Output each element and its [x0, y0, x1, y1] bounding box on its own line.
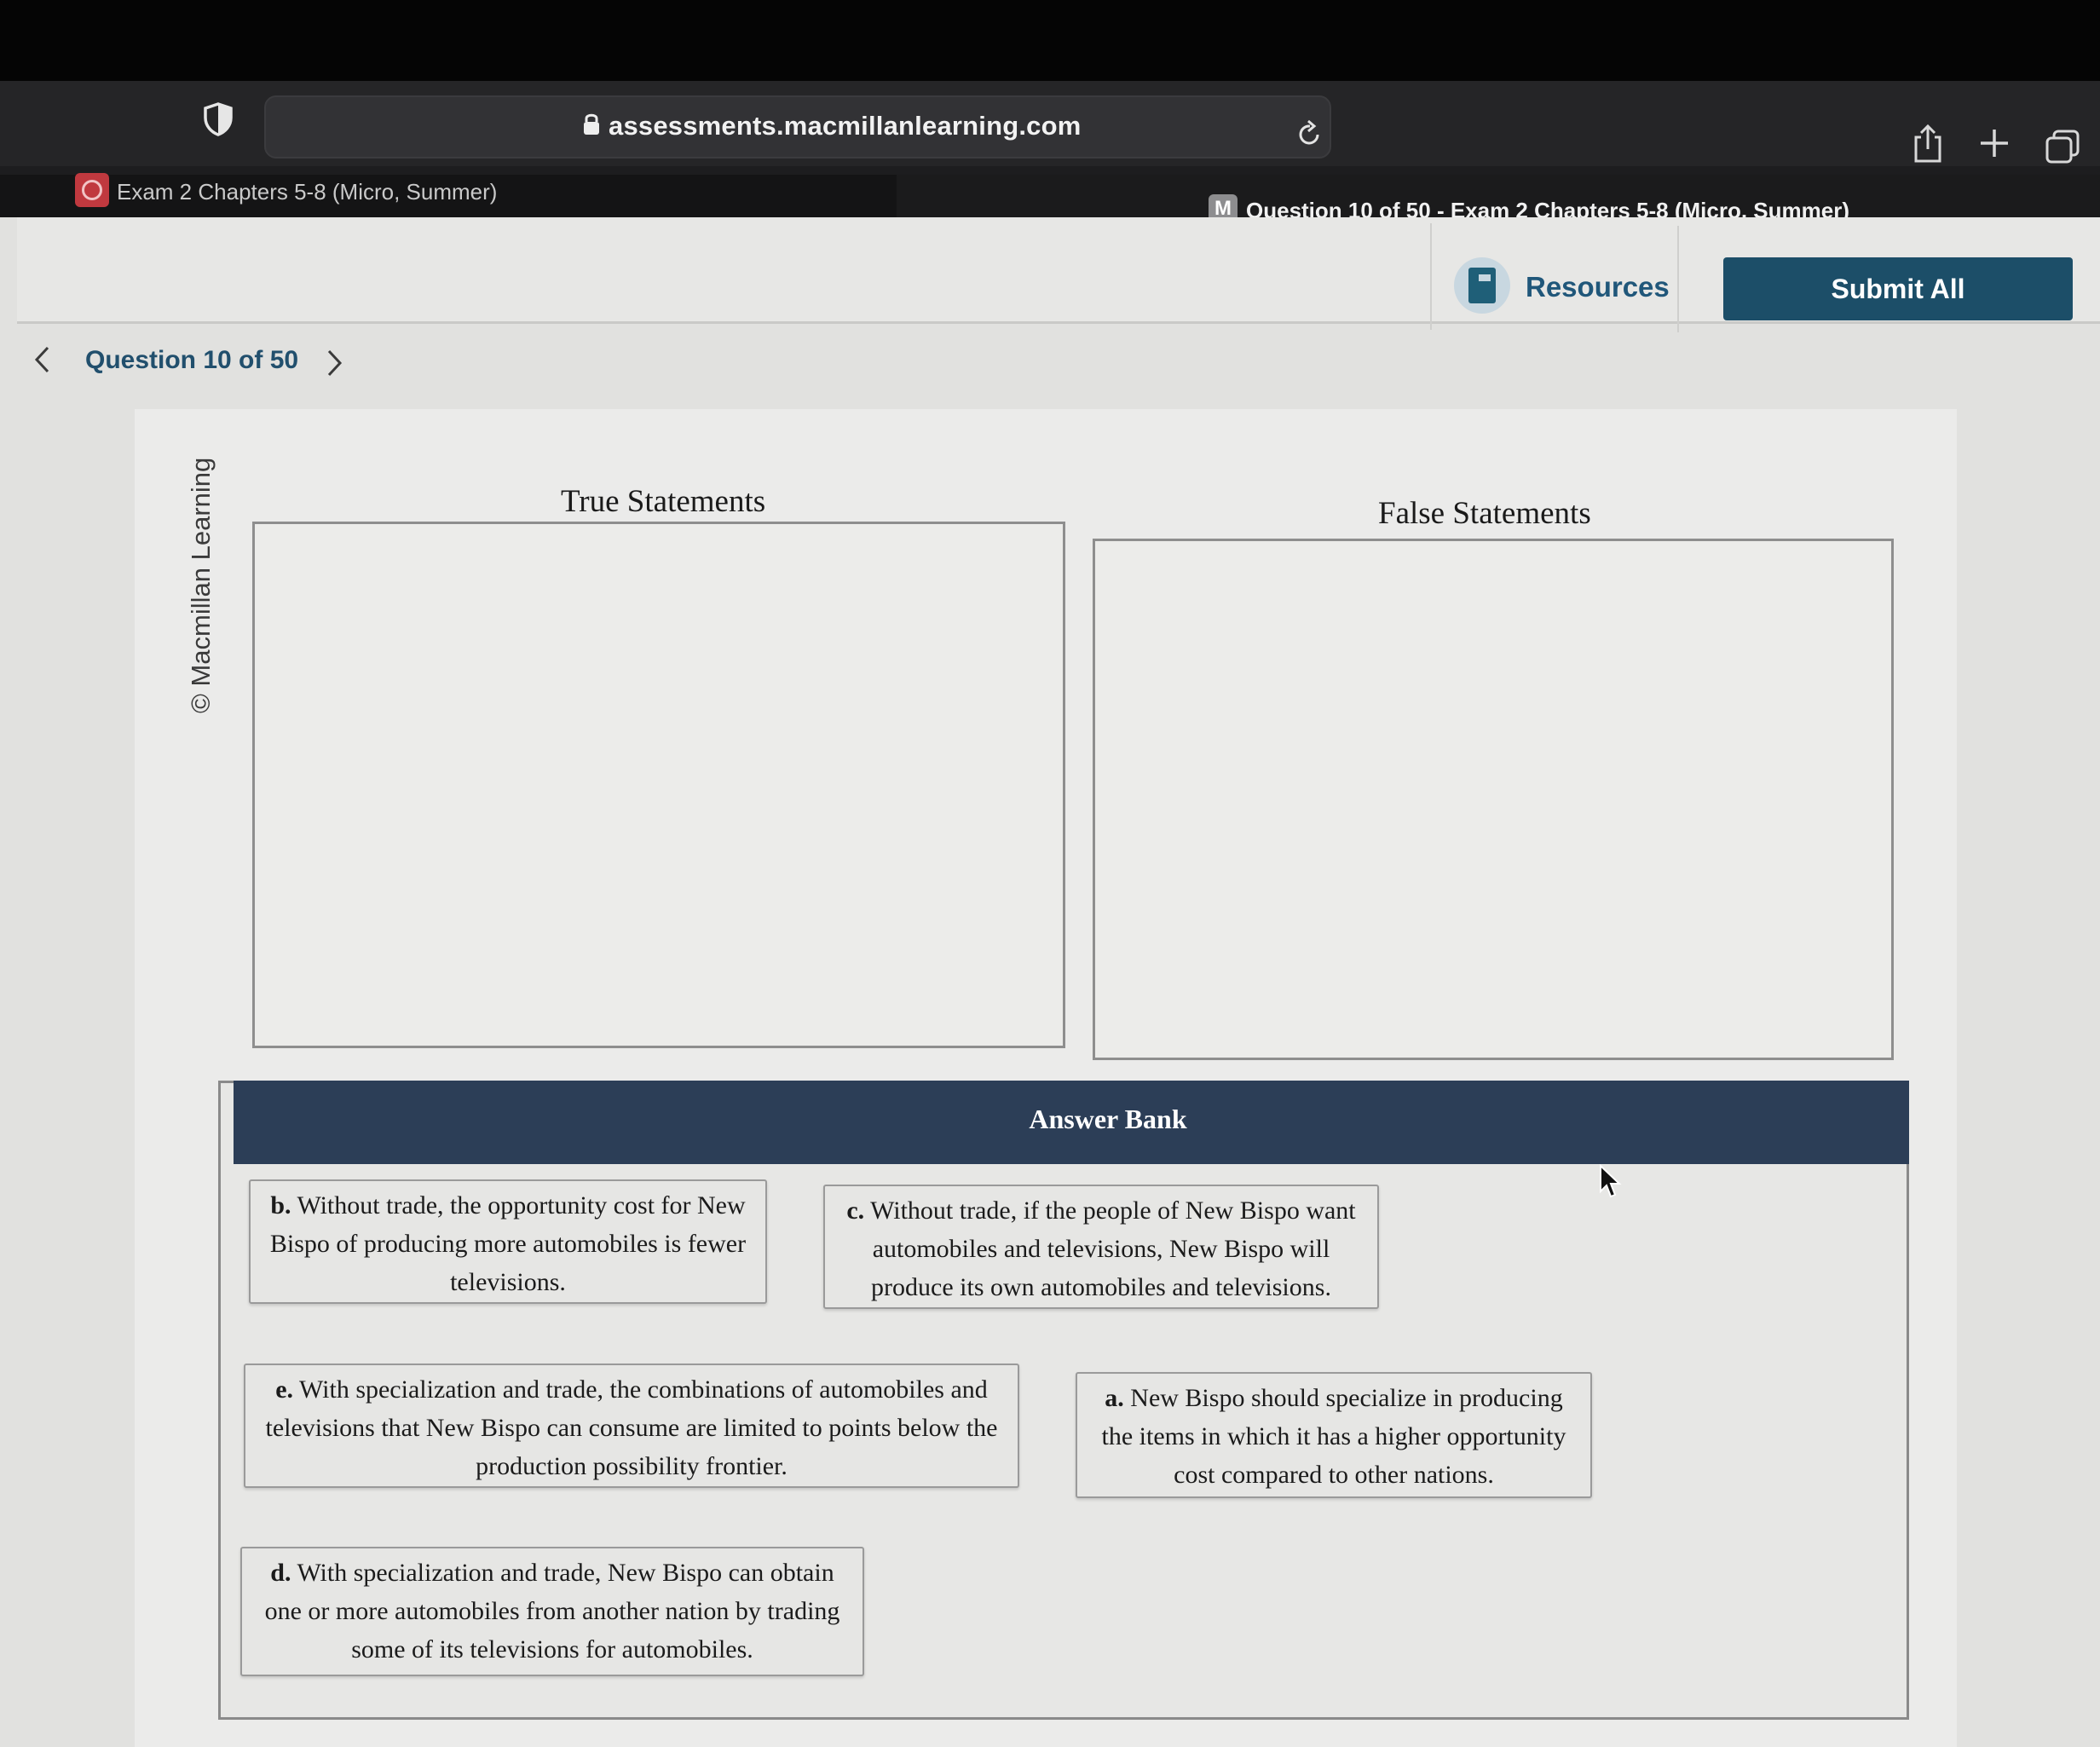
copyright-notice: © Macmillan Learning [186, 457, 216, 713]
mouse-pointer-icon [1600, 1164, 1622, 1198]
question-counter[interactable]: Question 10 of 50 [85, 346, 298, 375]
statement-text: With specialization and trade, New Bispo… [264, 1559, 840, 1663]
resources-book-icon[interactable] [1454, 257, 1510, 314]
statement-chip-c[interactable]: c. Without trade, if the people of New B… [823, 1185, 1379, 1309]
true-statements-dropzone[interactable] [252, 522, 1065, 1048]
tab-overview-icon[interactable] [2044, 128, 2081, 165]
previous-question-icon[interactable] [32, 344, 51, 375]
header-divider [1677, 226, 1679, 332]
statement-letter: c. [846, 1196, 865, 1225]
statement-chip-d[interactable]: d. With specialization and trade, New Bi… [240, 1547, 864, 1676]
privacy-shield-icon[interactable] [203, 102, 234, 136]
header-divider [1430, 223, 1432, 330]
share-icon[interactable] [1912, 124, 1943, 163]
statement-chip-e[interactable]: e. With specialization and trade, the co… [244, 1364, 1019, 1488]
answer-bank-title: Answer Bank [1029, 1104, 1187, 1134]
statement-text: With specialization and trade, the combi… [265, 1375, 998, 1480]
exam-favicon-icon [75, 173, 109, 207]
lock-icon [584, 113, 599, 135]
statement-letter: e. [275, 1375, 294, 1404]
statement-letter: a. [1105, 1384, 1124, 1412]
submit-all-button[interactable]: Submit All [1723, 257, 2073, 320]
false-statements-dropzone[interactable] [1093, 539, 1894, 1060]
statement-text: Without trade, the opportunity cost for … [269, 1191, 747, 1296]
url-text[interactable]: assessments.macmillanlearning.com [609, 111, 1082, 141]
statement-text: Without trade, if the people of New Bisp… [870, 1196, 1356, 1301]
next-question-icon[interactable] [326, 348, 344, 378]
statement-letter: b. [270, 1191, 291, 1219]
statement-letter: d. [270, 1559, 291, 1587]
statement-chip-a[interactable]: a. New Bispo should specialize in produc… [1076, 1372, 1592, 1498]
statement-text: New Bispo should specialize in producing… [1101, 1384, 1566, 1489]
new-tab-icon[interactable] [1977, 126, 2011, 160]
device-bezel [0, 0, 2100, 81]
tab-exam-title[interactable]: Exam 2 Chapters 5-8 (Micro, Summer) [117, 179, 497, 205]
resources-button[interactable]: Resources [1526, 271, 1670, 303]
reload-icon[interactable] [1297, 119, 1323, 148]
false-statements-title: False Statements [1378, 496, 1591, 531]
true-statements-title: True Statements [561, 484, 766, 519]
statement-chip-b[interactable]: b. Without trade, the opportunity cost f… [249, 1179, 767, 1304]
